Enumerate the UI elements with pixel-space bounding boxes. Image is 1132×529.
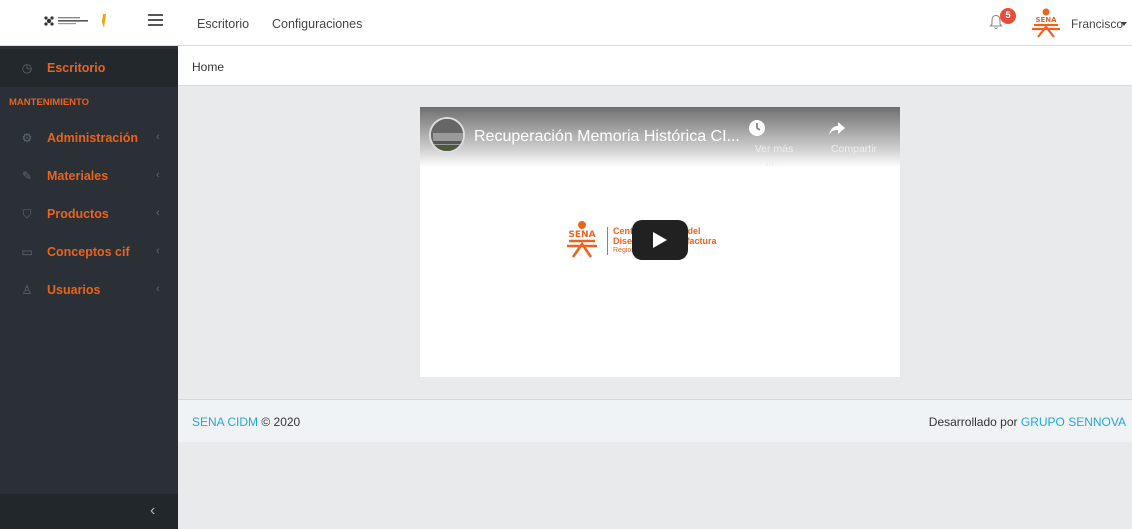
sena-cidm-link[interactable]: SENA CIDM bbox=[192, 415, 258, 429]
sidebar: ◷ Escritorio MANTENIMIENTO ⚙ Administrac… bbox=[0, 46, 178, 529]
developed-by-text: Desarrollado por bbox=[928, 415, 1018, 429]
play-button[interactable] bbox=[632, 220, 688, 260]
sidebar-item-materiales[interactable]: ✎ Materiales ‹ bbox=[0, 157, 178, 195]
grupo-sennova-link[interactable]: GRUPO SENNOVA bbox=[1021, 415, 1126, 429]
nav-configuraciones[interactable]: Configuraciones bbox=[272, 17, 362, 31]
copyright-text: © 2020 bbox=[261, 415, 301, 429]
sidebar-item-label: Conceptos cif bbox=[47, 245, 130, 259]
breadcrumb: Home bbox=[178, 46, 1132, 86]
chevron-left-icon: ‹ bbox=[156, 283, 160, 295]
sidebar-item-label: Administración bbox=[47, 131, 138, 145]
sidebar-item-label: Productos bbox=[47, 207, 109, 221]
sidebar-item-label: Escritorio bbox=[47, 61, 106, 75]
nav-escritorio[interactable]: Escritorio bbox=[197, 17, 249, 31]
cidm-logo bbox=[44, 14, 106, 28]
footer-credits: Desarrollado por GRUPO SENNOVA bbox=[929, 415, 1126, 429]
user-menu[interactable]: Francisco bbox=[1071, 17, 1123, 31]
sidebar-section-header: MANTENIMIENTO bbox=[9, 97, 90, 108]
sidebar-item-label: Usuarios bbox=[47, 283, 101, 297]
share-button[interactable]: Compartir bbox=[826, 119, 882, 155]
notification-badge: 5 bbox=[1000, 8, 1016, 24]
svg-text:SENA: SENA bbox=[1035, 16, 1057, 24]
chevron-left-icon: ‹ bbox=[156, 169, 160, 181]
chevron-left-icon: ‹ bbox=[156, 131, 160, 143]
sidebar-item-productos[interactable]: ⛉ Productos ‹ bbox=[0, 195, 178, 233]
sidebar-footer: ‹ bbox=[0, 494, 178, 529]
channel-avatar[interactable] bbox=[429, 117, 465, 153]
top-navbar: Escritorio Configuraciones 5 SENA Franci… bbox=[0, 0, 1132, 46]
sidebar-item-administracion[interactable]: ⚙ Administración ‹ bbox=[0, 119, 178, 157]
footer-copyright: SENA CIDM © 2020 bbox=[192, 415, 300, 429]
chevron-left-icon: ‹ bbox=[156, 207, 160, 219]
user-icon: ♙ bbox=[21, 283, 33, 297]
sidebar-item-conceptos-cif[interactable]: ▭ Conceptos cif ‹ bbox=[0, 233, 178, 271]
sena-logo: SENA bbox=[1032, 8, 1060, 38]
folder-icon: ▭ bbox=[21, 245, 33, 259]
play-icon bbox=[653, 232, 667, 248]
svg-text:SENA: SENA bbox=[568, 230, 595, 240]
sidebar-item-usuarios[interactable]: ♙ Usuarios ‹ bbox=[0, 271, 178, 309]
gear-icon: ⚙ bbox=[21, 131, 33, 145]
caret-down-icon[interactable] bbox=[1121, 22, 1127, 26]
speedometer-icon: ◷ bbox=[21, 61, 33, 75]
chevron-left-icon: ‹ bbox=[156, 245, 160, 257]
menu-toggle-icon[interactable] bbox=[148, 14, 163, 26]
sidebar-item-label: Materiales bbox=[47, 169, 109, 183]
cart-icon: ⛉ bbox=[22, 207, 32, 221]
watch-later-label: Ver más ta... bbox=[754, 143, 794, 169]
share-icon bbox=[829, 122, 845, 135]
page-footer: SENA CIDM © 2020 Desarrollado por GRUPO … bbox=[178, 399, 1132, 442]
share-label: Compartir bbox=[830, 143, 878, 155]
sidebar-item-escritorio[interactable]: ◷ Escritorio bbox=[0, 49, 178, 87]
clock-icon bbox=[749, 120, 765, 136]
youtube-embed[interactable]: Recuperación Memoria Histórica CI... Ver… bbox=[420, 107, 900, 377]
watch-later-button[interactable]: Ver más ta... bbox=[746, 119, 802, 169]
collapse-sidebar-icon[interactable]: ‹ bbox=[150, 502, 155, 520]
breadcrumb-home[interactable]: Home bbox=[192, 60, 224, 74]
video-title[interactable]: Recuperación Memoria Histórica CI... bbox=[474, 128, 740, 146]
wrench-icon: ✎ bbox=[21, 169, 33, 183]
